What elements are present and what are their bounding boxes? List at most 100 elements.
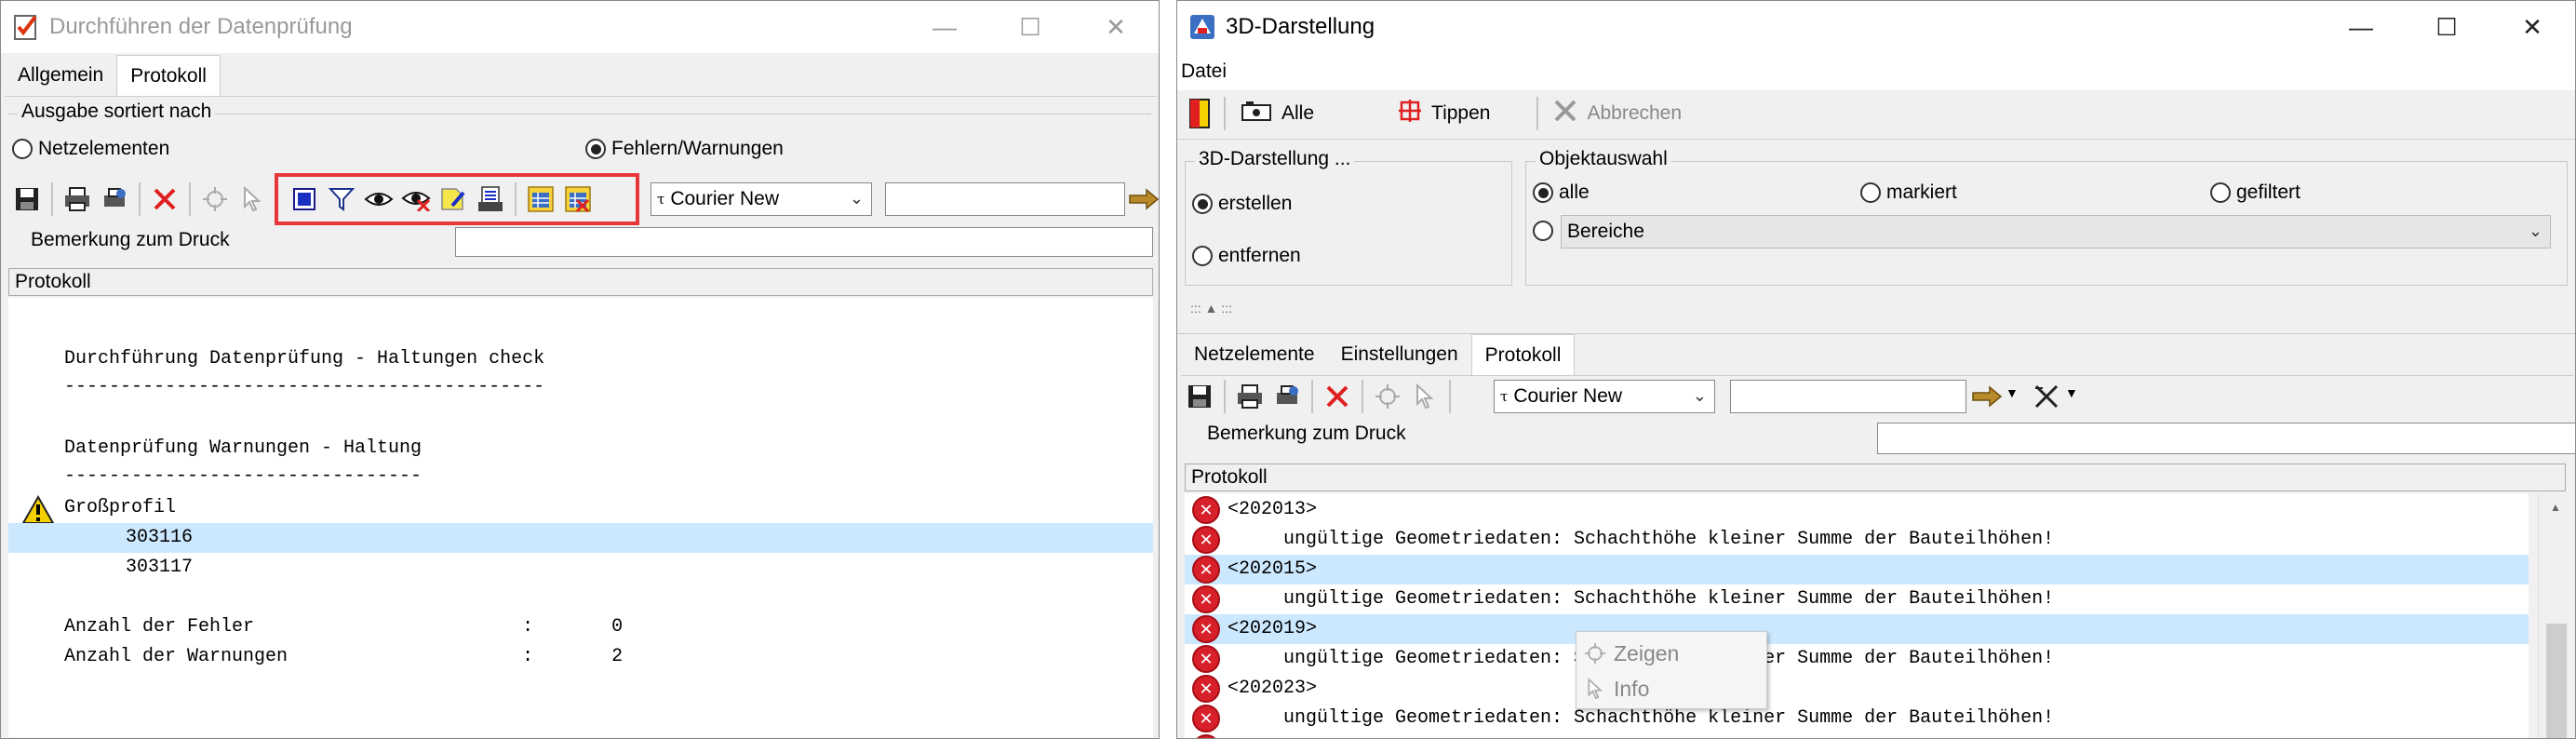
error-icon: ✕ [1192,615,1220,643]
font-select-value: Courier New [670,188,780,209]
radio-fehler-warnungen[interactable]: Fehlern/Warnungen [585,138,784,160]
locate-icon [1576,642,1614,665]
protocol-line[interactable]: ungültige Geometriedaten: Schachthöhe kl… [1185,525,2529,555]
door-exit-icon[interactable] [1181,95,1218,132]
remark-input[interactable] [1877,423,2575,454]
delete-icon[interactable] [146,181,183,218]
radio-gefiltert[interactable]: gefiltert [2210,181,2301,204]
error-icon: ✕ [1192,556,1220,584]
print-setup-icon[interactable] [1268,378,1306,415]
areas-select-value: Bereiche [1567,221,1644,242]
error-icon: ✕ [1192,526,1220,554]
error-icon: ✕ [1192,675,1220,703]
radio-label: markiert [1886,181,1957,203]
error-icon: ✕ [1192,496,1220,524]
tab-protokoll[interactable]: Protokoll [1470,334,1576,375]
title-bar[interactable]: Durchführen der Datenprüfung — ☐ ✕ [1,1,1159,53]
radio-circle [1860,182,1881,203]
error-icon: ✕ [1192,734,1220,738]
protocol-header: Protokoll [1185,464,2566,491]
error-icon: ✕ [1192,645,1220,673]
title-bar[interactable]: 3D-Darstellung — ☐ ✕ [1177,1,2575,53]
close-button[interactable]: ✕ [2489,1,2575,53]
cancel-button-label: Abbrechen [1587,102,1683,124]
context-item-zeigen[interactable]: Zeigen [1576,636,1766,671]
save-icon[interactable] [1181,378,1218,415]
3d-view-window: 3D-Darstellung — ☐ ✕ Datei Alle Tippen A… [1176,0,2576,739]
menu-datei[interactable]: Datei [1181,60,1227,83]
tab-netzelemente[interactable]: Netzelemente [1181,334,1328,375]
all-button-label: Alle [1281,102,1315,124]
radio-circle [1192,246,1213,266]
protocol-line-selected[interactable]: <202019> [1185,614,2529,644]
protocol-area[interactable]: <202013> ungültige Geometriedaten: Schac… [1185,493,2529,738]
protocol-line[interactable]: ungültige Geometriedaten: Schachthöhe kl… [1185,644,2529,674]
maximize-button[interactable]: ☐ [2404,1,2489,53]
protocol-line[interactable]: 303117 [8,553,1153,583]
minimize-button[interactable]: — [902,1,987,53]
radio-alle[interactable]: alle [1533,181,1590,204]
error-icon: ✕ [1192,585,1220,613]
protocol-line-selected[interactable]: <202015> [1185,555,2529,584]
radio-circle [1533,221,1553,241]
radio-netzelementen[interactable]: Netzelementen [12,138,169,160]
protocol-line: Anzahl der Fehler : 0 [64,616,624,638]
close-button[interactable]: ✕ [1073,1,1159,53]
tab-protokoll[interactable]: Protokoll [116,55,221,96]
print-icon[interactable] [1231,378,1268,415]
font-select[interactable]: τ Courier New ⌄ [651,182,872,216]
clear-filter-icon[interactable] [2028,378,2065,415]
tab-allgemein[interactable]: Allgemein [5,55,116,96]
font-select[interactable]: τ Courier New ⌄ [1494,380,1715,413]
radio-markiert[interactable]: markiert [1860,181,1957,204]
protocol-line: Durchführung Datenprüfung - Haltungen ch… [64,348,545,370]
delete-icon[interactable] [1319,378,1356,415]
font-icon: τ [657,191,665,208]
radio-label: alle [1559,181,1590,203]
save-icon[interactable] [8,181,46,218]
radio-erstellen[interactable]: erstellen [1192,193,1292,215]
sort-legend: Ausgabe sortiert nach [18,101,216,123]
protocol-line: ----------------------------------------… [64,376,545,397]
radio-circle [12,139,33,159]
all-button[interactable]: Alle [1231,100,1323,128]
radio-label: Netzelementen [38,138,170,159]
remark-label: Bemerkung zum Druck [1207,423,1406,444]
tab-einstellungen[interactable]: Einstellungen [1328,334,1471,375]
protocol-line[interactable]: ungültige Geometriedaten: Schachthöhe kl… [1185,584,2529,614]
font-icon: τ [1500,388,1509,405]
tip-button[interactable]: Tippen [1389,99,1499,128]
highlight-frame [275,173,639,225]
print-setup-icon[interactable] [96,181,133,218]
protocol-line[interactable]: <202023> [1185,674,2529,704]
caret-down-icon[interactable]: ▼ [2006,385,2019,400]
search-input[interactable] [885,182,1125,216]
areas-select[interactable]: Bereiche ⌄ [1561,215,2551,249]
tip-button-label: Tippen [1431,102,1491,124]
go-arrow-icon[interactable] [1125,181,1159,218]
radio-bereiche[interactable] [1533,221,1559,241]
chevron-down-icon: ⌄ [849,189,864,208]
protocol-line[interactable]: ungültige Geometriedaten: Schachthöhe kl… [1185,704,2529,733]
group-3d-legend: 3D-Darstellung ... [1195,148,1355,170]
protocol-area[interactable]: Durchführung Datenprüfung - Haltungen ch… [8,298,1153,737]
protocol-scrollbar[interactable]: ▲ [2538,493,2573,738]
protocol-header: Protokoll [8,268,1153,296]
scroll-up-icon[interactable]: ▲ [2550,501,2561,514]
remark-input[interactable] [455,227,1153,257]
go-arrow-icon[interactable] [1968,378,2006,415]
cancel-icon [1553,99,1577,128]
context-item-info[interactable]: Info [1576,671,1766,706]
protocol-line-selected[interactable]: 303116 [8,523,1153,553]
protocol-line[interactable]: <202013> [1185,495,2529,525]
scrollbar-thumb[interactable] [2546,624,2567,738]
crosshair-icon [1398,99,1422,128]
minimize-button[interactable]: — [2318,1,2404,53]
print-icon[interactable] [59,181,96,218]
radio-entfernen[interactable]: entfernen [1192,245,1301,267]
maximize-button[interactable]: ☐ [987,1,1073,53]
splitter-handle-icon[interactable]: ::: ▲ ::: [1190,301,1232,316]
protocol-line: Anzahl der Warnungen : 2 [64,646,624,667]
search-input[interactable] [1730,380,1966,413]
caret-down-icon[interactable]: ▼ [2065,385,2078,400]
